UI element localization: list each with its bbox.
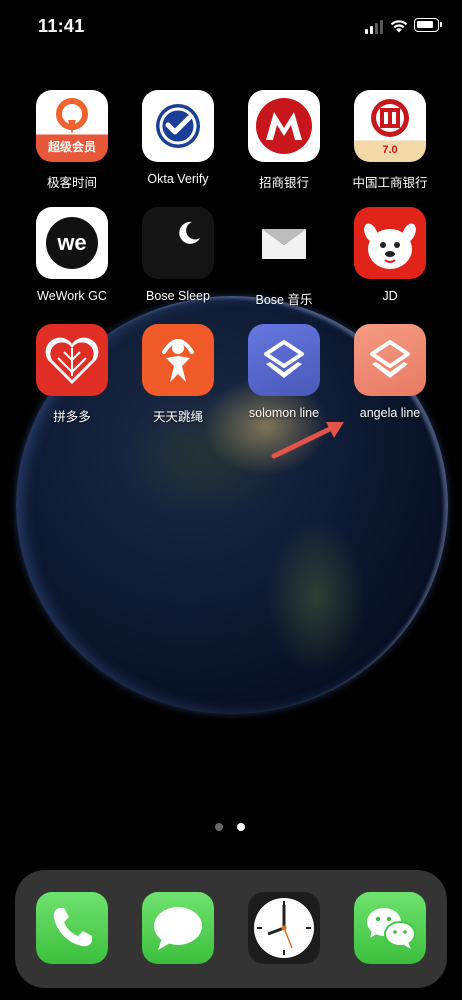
app-label: 天天跳绳 xyxy=(152,410,203,424)
dock xyxy=(15,870,447,988)
bose-sleep-icon xyxy=(142,207,214,279)
cellular-signal-icon xyxy=(365,20,385,34)
pinduoduo-icon xyxy=(36,324,108,396)
shortcuts-icon xyxy=(354,324,426,396)
app-label: WeWork GC xyxy=(37,289,107,303)
wework-logo-text: we xyxy=(57,230,87,255)
messages-icon[interactable] xyxy=(142,892,214,964)
app-label: 拼多多 xyxy=(53,410,91,424)
page-indicator[interactable] xyxy=(215,823,249,833)
app-label: solomon line xyxy=(248,406,320,420)
okta-verify-icon xyxy=(142,90,214,162)
wework-icon: we xyxy=(36,207,108,279)
bose-music-icon xyxy=(248,207,320,279)
app-label: angela line xyxy=(359,406,421,420)
shortcuts-icon xyxy=(248,324,320,396)
app-label: Okta Verify xyxy=(147,172,209,186)
app-label: 极客时间 xyxy=(46,176,97,190)
page-dot-2-current[interactable] xyxy=(237,823,245,831)
app-label: 招商银行 xyxy=(258,176,309,190)
icbc-version-text: 7.0 xyxy=(382,144,398,156)
app-label: 中国工商银行 xyxy=(352,176,428,190)
app-label: JD xyxy=(382,289,398,303)
app-label: Bose 音乐 xyxy=(255,293,313,307)
geektime-badge-text: 超级会员 xyxy=(47,140,96,154)
app-label: Bose Sleep xyxy=(146,289,210,303)
phone-icon[interactable] xyxy=(36,892,108,964)
status-bar: 11:41 xyxy=(0,0,462,54)
status-time: 11:41 xyxy=(38,16,85,36)
icbc-icon: 7.0 xyxy=(354,90,426,162)
clock-icon[interactable] xyxy=(248,892,320,964)
geektime-icon: 超级会员 xyxy=(36,90,108,162)
annotation-arrow-icon xyxy=(271,422,344,459)
wechat-icon[interactable] xyxy=(354,892,426,964)
jd-icon xyxy=(354,207,426,279)
page-dot-1[interactable] xyxy=(215,823,223,831)
battery-icon xyxy=(414,18,442,32)
cmb-icon xyxy=(248,90,320,162)
wifi-icon xyxy=(390,20,408,33)
tiantian-tiaosheng-icon xyxy=(142,324,214,396)
